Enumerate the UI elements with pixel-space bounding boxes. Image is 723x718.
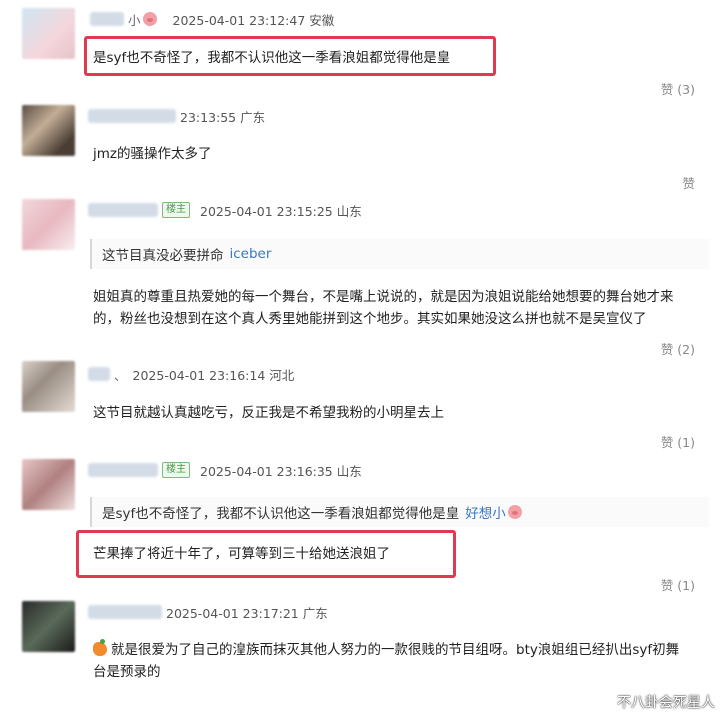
username-blurred[interactable] [88,463,158,477]
comment-4: 、 2025-04-01 23:16:14 河北 这节目就越认真越吃亏，反正我是… [0,357,723,455]
comment-6: 2025-04-01 23:17:21 广东 就是很爱为了自己的湟族而抹灭其他人… [0,597,723,718]
comment-2: 23:13:55 广东 jmz的骚操作太多了 赞 [0,100,723,195]
watermark: 不八卦会死星人 [617,695,715,711]
like-button[interactable]: 赞 (1) [661,575,695,594]
comment-meta: 楼主 2025-04-01 23:16:35 山东 [88,459,709,481]
quoted-reply: 这节目真没必要拼命 iceber [90,239,709,269]
like-button[interactable]: 赞 (3) [661,79,695,98]
like-button[interactable]: 赞 [682,173,695,192]
quote-author-link[interactable]: 好想小 [465,502,506,522]
carrot-emoji-icon [93,639,107,656]
comment-time: 2025-04-01 23:15:25 山东 [200,203,362,219]
quoted-reply: 是syf也不奇怪了，我都不认识他这一季看浪姐都觉得他是皇 好想小 [90,497,709,527]
comment-text: 就是很爱为了自己的湟族而抹灭其他人努力的一款很贱的节目组呀。bty浪姐组已经扒出… [111,642,680,658]
comment-time: 2025-04-01 23:17:21 广东 [166,605,328,621]
pig-emoji-icon [142,12,157,26]
comment-meta: 23:13:55 广东 [88,105,709,127]
highlight-box [84,36,496,76]
comment-text: 这节目就越认真越吃亏，反正我是不希望我粉的小明星去上 [93,405,444,421]
comment-meta: 、 2025-04-01 23:16:14 河北 [88,363,709,385]
comment-meta: 小 2025-04-01 23:12:47 安徽 [88,8,709,30]
quote-text: 这节目真没必要拼命 [102,248,224,264]
quote-author-link[interactable]: iceber [230,246,272,262]
pig-emoji-icon [507,505,522,519]
comment-time: 2025-04-01 23:16:35 山东 [200,463,362,479]
comment-time: 2025-04-01 23:12:47 安徽 [172,12,335,28]
comment-meta: 2025-04-01 23:17:21 广东 [88,601,709,623]
username-blurred[interactable] [88,605,162,619]
comment-text-line-2: 的，粉丝也没想到在这个真人秀里她能拼到这个地步。其实如果她没这么拼也就不是吴宣仪… [93,311,647,327]
comment-meta: 楼主 2025-04-01 23:15:25 山东 [88,199,709,221]
comment-text-line-2: 台是预录的 [93,664,161,680]
avatar[interactable] [22,105,75,156]
comment-time: 2025-04-01 23:16:14 河北 [132,367,295,383]
comment-5: 楼主 2025-04-01 23:16:35 山东 是syf也不奇怪了，我都不认… [0,455,723,597]
comment-3: 楼主 2025-04-01 23:15:25 山东 这节目真没必要拼命 iceb… [0,195,723,357]
comment-text-line-1: 就是很爱为了自己的湟族而抹灭其他人努力的一款很贱的节目组呀。bty浪姐组已经扒出… [93,637,679,663]
username-blurred[interactable] [88,109,176,123]
op-badge: 楼主 [162,462,190,478]
comment-1: 小 2025-04-01 23:12:47 安徽 是syf也不奇怪了，我都不认识… [0,0,723,100]
comment-text: jmz的骚操作太多了 [93,146,212,162]
avatar[interactable] [22,459,75,510]
like-button[interactable]: 赞 (1) [661,432,695,451]
username-blurred[interactable] [88,367,110,381]
username-tail[interactable]: 、 [114,365,127,384]
avatar[interactable] [22,199,75,250]
avatar[interactable] [22,361,75,412]
op-badge: 楼主 [162,202,190,218]
username-tail[interactable]: 小 [128,10,141,29]
highlight-box [76,530,456,578]
avatar[interactable] [22,8,75,59]
username-blurred[interactable] [88,203,158,217]
avatar[interactable] [22,601,75,652]
like-button[interactable]: 赞 (2) [661,339,695,358]
quote-text: 是syf也不奇怪了，我都不认识他这一季看浪姐都觉得他是皇 [102,506,460,522]
comment-time: 23:13:55 广东 [180,109,266,125]
username-blurred[interactable] [90,12,124,26]
